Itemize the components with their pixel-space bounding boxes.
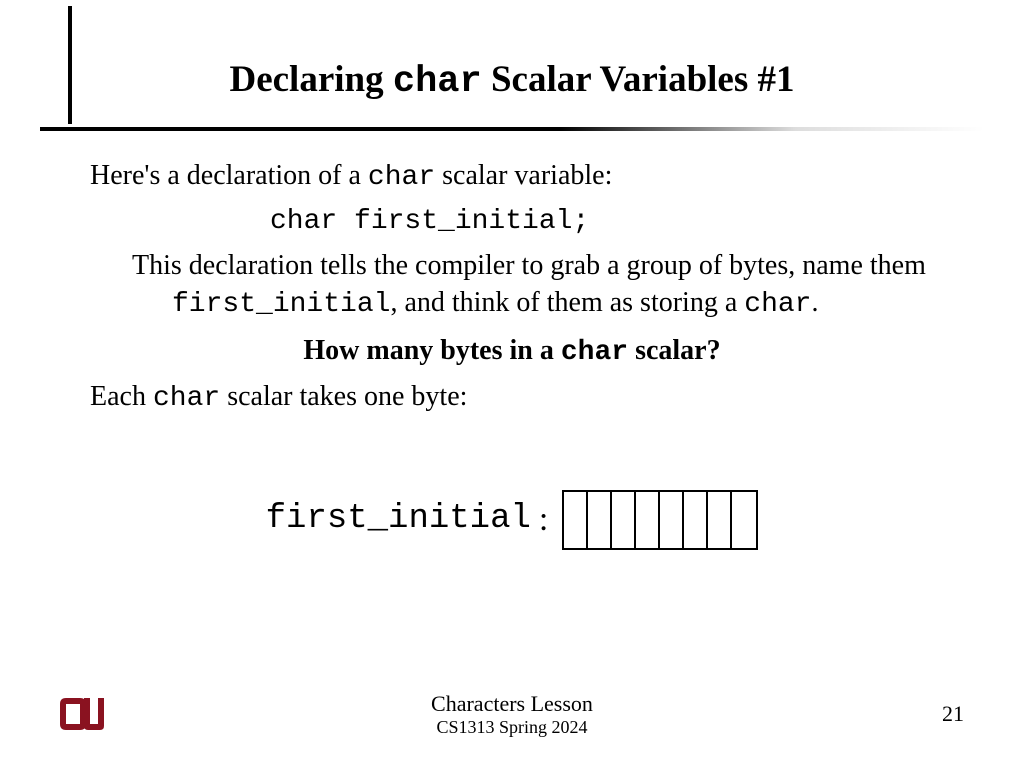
explain-code-2: char [744, 289, 811, 320]
explanation-paragraph: This declaration tells the compiler to g… [90, 247, 934, 325]
byte-cell [684, 492, 708, 548]
question-text-2: scalar? [628, 335, 721, 366]
question-code: char [561, 337, 628, 368]
explain-code-1: first_initial [172, 289, 390, 320]
slide-footer: Characters Lesson CS1313 Spring 2024 21 [0, 690, 1024, 738]
slide-header: Declaring char Scalar Variables #1 [40, 0, 984, 143]
explain-text-1: This declaration tells the compiler to g… [132, 250, 926, 281]
explain-text-3: . [811, 287, 818, 318]
footer-course: CS1313 Spring 2024 [108, 717, 916, 738]
page-number: 21 [916, 701, 964, 727]
vertical-decor-line [68, 6, 72, 124]
byte-diagram: first_initial : [90, 490, 934, 550]
intro-text-1: Here's a declaration of a [90, 160, 368, 191]
horizontal-rule [40, 127, 984, 131]
byte-cell [588, 492, 612, 548]
footer-lesson: Characters Lesson [108, 691, 916, 717]
byte-cell [708, 492, 732, 548]
answer-text-1: Each [90, 381, 153, 412]
byte-label: first_initial [266, 497, 531, 543]
slide-content: Here's a declaration of a char scalar va… [40, 143, 984, 550]
slide: Declaring char Scalar Variables #1 Here'… [0, 0, 1024, 768]
intro-text-2: scalar variable: [435, 160, 612, 191]
explain-text-2: , and think of them as storing a [390, 287, 744, 318]
title-part2: Scalar Variables #1 [482, 59, 795, 100]
intro-paragraph: Here's a declaration of a char scalar va… [90, 157, 934, 197]
byte-grid [562, 490, 758, 550]
byte-cell [612, 492, 636, 548]
slide-title: Declaring char Scalar Variables #1 [40, 30, 984, 127]
byte-cell [732, 492, 756, 548]
intro-code: char [368, 162, 435, 193]
question-text-1: How many bytes in a [303, 335, 560, 366]
answer-code: char [153, 383, 220, 414]
byte-cell [660, 492, 684, 548]
declaration-code: char first_initial; [90, 203, 934, 241]
byte-colon: : [539, 497, 548, 543]
question-line: How many bytes in a char scalar? [90, 332, 934, 372]
byte-cell [636, 492, 660, 548]
footer-center: Characters Lesson CS1313 Spring 2024 [108, 691, 916, 738]
title-part1: Declaring [229, 59, 392, 100]
answer-paragraph: Each char scalar takes one byte: [90, 378, 934, 418]
ou-logo-icon [60, 690, 108, 738]
title-code: char [393, 61, 482, 103]
answer-text-2: scalar takes one byte: [220, 381, 467, 412]
byte-cell [564, 492, 588, 548]
